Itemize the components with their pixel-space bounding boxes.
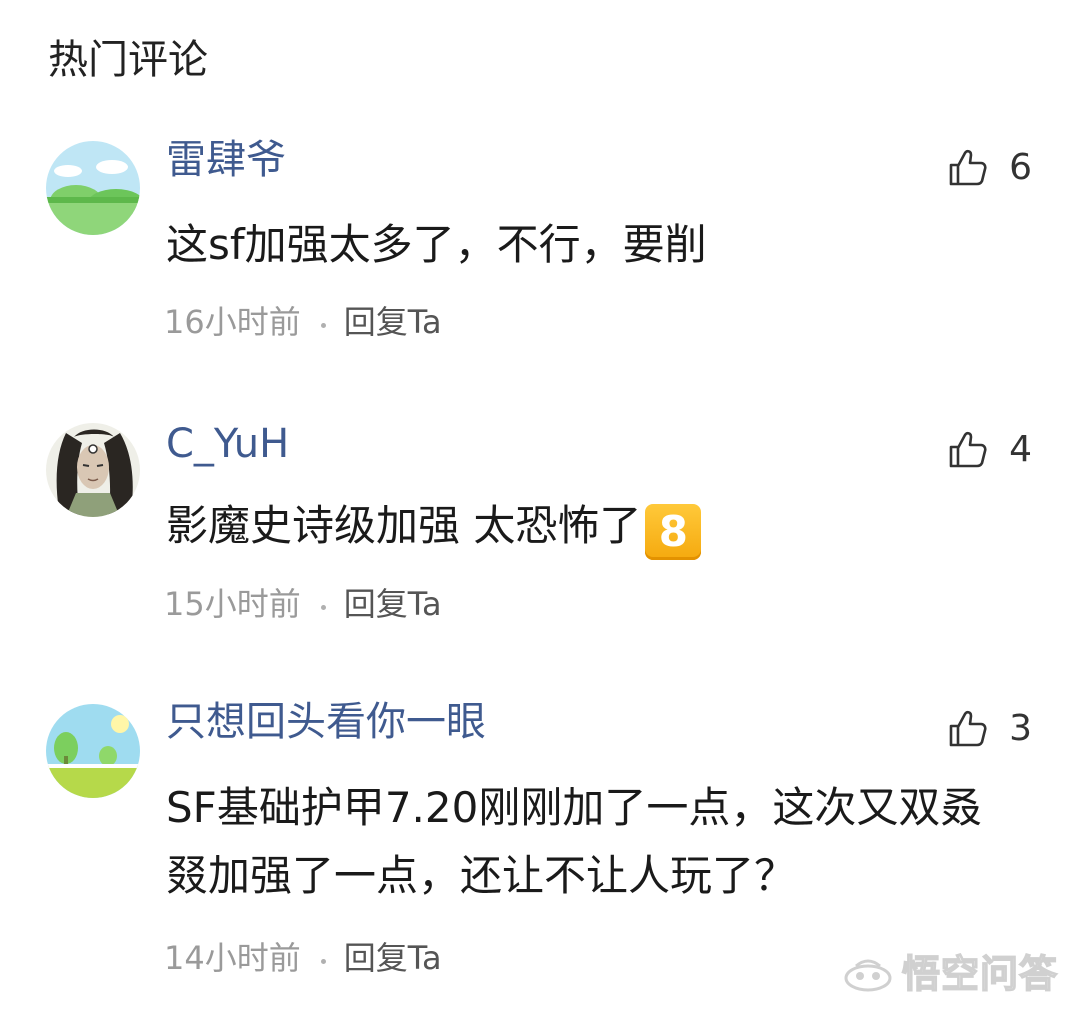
wukong-logo-icon: [844, 959, 892, 992]
like-button[interactable]: 4: [947, 426, 1032, 474]
comment-time: 14小时前: [164, 939, 301, 977]
anime-character-avatar-icon: [46, 423, 140, 517]
user-avatar[interactable]: [46, 141, 140, 235]
reply-button[interactable]: 回复Ta: [344, 936, 442, 980]
reply-button[interactable]: 回复Ta: [344, 582, 442, 626]
comment-text: SF基础护甲7.20刚刚加了一点，这次又双叒叕加强了一点，还让不让人玩了？: [166, 783, 983, 900]
comment-time: 15小时前: [164, 585, 301, 623]
like-count: 4: [1009, 429, 1032, 470]
reply-button[interactable]: 回复Ta: [344, 300, 442, 344]
thumbs-up-icon: [949, 710, 987, 747]
like-button[interactable]: 3: [947, 705, 1032, 753]
like-count: 6: [1009, 147, 1032, 188]
landscape-avatar-icon: [46, 141, 140, 235]
separator-dot: [320, 604, 326, 610]
separator-dot: [320, 322, 326, 328]
like-count: 3: [1009, 708, 1032, 749]
comment-meta: 16小时前 回复Ta: [164, 300, 442, 344]
like-button[interactable]: 6: [947, 144, 1032, 192]
comment-text: 影魔史诗级加强 太恐怖了 8: [166, 492, 1016, 560]
username[interactable]: 只想回头看你一眼: [166, 698, 486, 746]
comment-text-body: 影魔史诗级加强 太恐怖了: [166, 501, 642, 550]
username[interactable]: 雷肆爷: [166, 136, 286, 184]
comment-meta: 15小时前 回复Ta: [164, 582, 442, 626]
username[interactable]: C_YuH: [166, 420, 289, 468]
user-avatar[interactable]: [46, 704, 140, 798]
thumbs-up-icon: [949, 149, 987, 186]
comment-time: 16小时前: [164, 303, 301, 341]
comment-text: 这sf加强太多了，不行，要削: [166, 220, 707, 269]
landscape-avatar-icon: [46, 704, 140, 798]
thumbs-up-icon: [949, 431, 987, 468]
separator-dot: [320, 958, 326, 964]
comment-meta: 14小时前 回复Ta: [164, 936, 442, 980]
watermark-text: 悟空问答: [901, 951, 1058, 997]
keycap-eight-emoji-icon: 8: [645, 504, 702, 560]
section-title: 热门评论: [48, 37, 208, 83]
watermark: 悟空问答: [842, 950, 1058, 998]
user-avatar[interactable]: [46, 423, 140, 517]
